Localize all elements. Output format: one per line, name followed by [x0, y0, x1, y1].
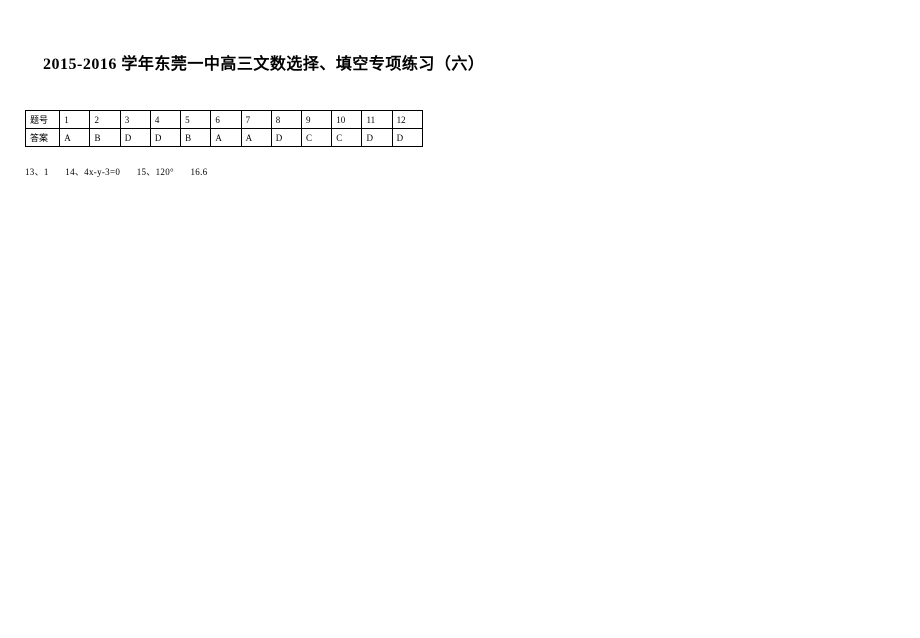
page-title: 2015-2016 学年东莞一中高三文数选择、填空专项练习（六） [43, 50, 895, 74]
question-number: 8 [271, 111, 301, 129]
row-label: 题号 [26, 111, 60, 129]
answer-value: D [150, 129, 180, 147]
question-number: 9 [302, 111, 332, 129]
fill-item: 16.6 [190, 167, 207, 177]
answer-value: A [60, 129, 90, 147]
table-row: 题号 1 2 3 4 5 6 7 8 9 10 11 12 [26, 111, 423, 129]
answer-value: B [181, 129, 211, 147]
table-row: 答案 A B D D B A A D C C D D [26, 129, 423, 147]
question-number: 10 [332, 111, 362, 129]
answer-key-table: 题号 1 2 3 4 5 6 7 8 9 10 11 12 答案 A B D D… [25, 110, 423, 147]
answer-value: A [241, 129, 271, 147]
question-number: 6 [211, 111, 241, 129]
question-number: 1 [60, 111, 90, 129]
fill-item: 14、4x-y-3=0 [65, 165, 120, 178]
question-number: 3 [120, 111, 150, 129]
answer-value: D [120, 129, 150, 147]
question-number: 4 [150, 111, 180, 129]
answer-value: D [362, 129, 392, 147]
question-number: 5 [181, 111, 211, 129]
question-number: 7 [241, 111, 271, 129]
answer-value: A [211, 129, 241, 147]
question-number: 11 [362, 111, 392, 129]
row-label: 答案 [26, 129, 60, 147]
answer-value: B [90, 129, 120, 147]
question-number: 2 [90, 111, 120, 129]
answer-value: C [302, 129, 332, 147]
fill-item: 15、120° [137, 165, 174, 178]
answer-value: D [392, 129, 422, 147]
answer-value: C [332, 129, 362, 147]
fill-in-answers: 13、1 14、4x-y-3=0 15、120° 16.6 [25, 165, 895, 178]
fill-item: 13、1 [25, 165, 49, 178]
question-number: 12 [392, 111, 422, 129]
answer-value: D [271, 129, 301, 147]
